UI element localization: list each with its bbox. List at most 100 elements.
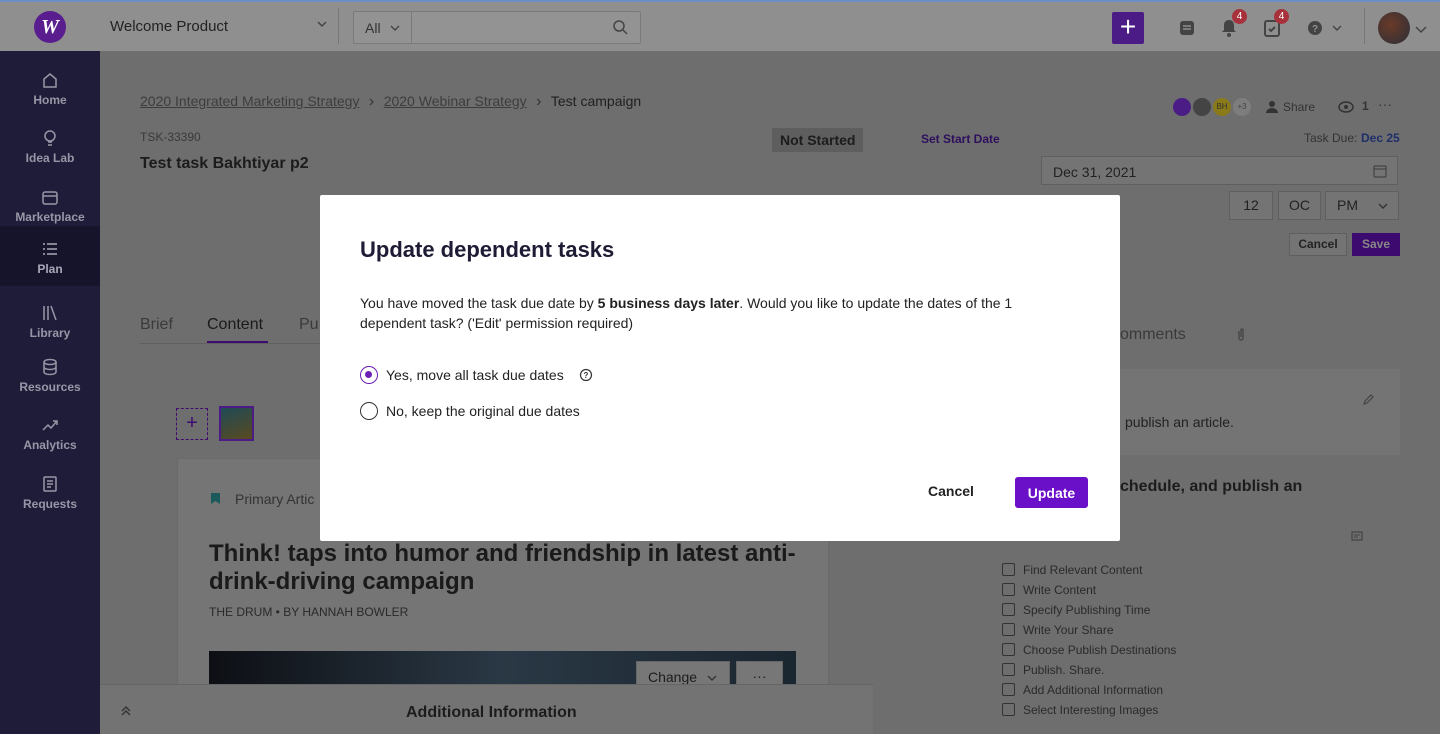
sidebar-item-resources[interactable]: Resources bbox=[0, 346, 100, 404]
breadcrumb-separator: › bbox=[368, 93, 375, 110]
sidebar-item-analytics[interactable]: Analytics bbox=[0, 404, 100, 462]
sidebar-item-library[interactable]: Library bbox=[0, 292, 100, 350]
task-due-value: Dec 25 bbox=[1361, 131, 1400, 145]
divider bbox=[1364, 8, 1365, 44]
collaborator-avatar[interactable]: BH bbox=[1213, 98, 1231, 116]
home-icon bbox=[43, 73, 57, 88]
tab-brief[interactable]: Brief bbox=[140, 316, 173, 334]
checklist-checkbox[interactable] bbox=[1002, 583, 1015, 596]
brief-text: publish an article. bbox=[1125, 414, 1234, 430]
bookmark-icon bbox=[211, 493, 220, 504]
collaborator-avatar[interactable] bbox=[1173, 98, 1191, 116]
app-logo[interactable]: W bbox=[34, 11, 66, 43]
comment-icon[interactable] bbox=[1351, 531, 1363, 543]
document-icon bbox=[43, 476, 57, 492]
chevron-down-icon[interactable] bbox=[1415, 23, 1427, 35]
product-selector-label[interactable]: Welcome Product bbox=[110, 18, 228, 35]
content-thumbnail[interactable] bbox=[219, 406, 254, 441]
add-content-button[interactable]: + bbox=[176, 408, 208, 440]
list-icon bbox=[43, 243, 57, 255]
search-input[interactable] bbox=[414, 14, 604, 41]
sidebar-item-label: Analytics bbox=[23, 438, 77, 452]
help-icon[interactable]: ? bbox=[1307, 20, 1323, 36]
checklist-checkbox[interactable] bbox=[1002, 563, 1015, 576]
checklist-item: Write Content bbox=[1023, 583, 1097, 597]
checklist-item: Publish. Share. bbox=[1023, 663, 1105, 677]
sidebar-item-requests[interactable]: Requests bbox=[0, 463, 100, 521]
hour-input[interactable]: 12 bbox=[1229, 191, 1273, 220]
search-scope-select[interactable]: All bbox=[354, 12, 412, 43]
checklist-checkbox[interactable] bbox=[1002, 703, 1015, 716]
library-icon bbox=[43, 305, 57, 321]
dialog-message-text: You have moved the task due date by bbox=[360, 295, 598, 311]
task-id: TSK-33390 bbox=[140, 130, 201, 144]
paperclip-icon[interactable] bbox=[1236, 327, 1246, 341]
checklist-item: Choose Publish Destinations bbox=[1023, 643, 1177, 657]
checklist-checkbox[interactable] bbox=[1002, 623, 1015, 636]
checklist-checkbox[interactable] bbox=[1002, 663, 1015, 676]
brief-heading: chedule, and publish an bbox=[1120, 478, 1303, 495]
collaborator-avatar[interactable] bbox=[1193, 98, 1211, 116]
lightbulb-icon bbox=[44, 130, 56, 146]
pencil-icon[interactable] bbox=[1362, 394, 1374, 406]
sidebar-item-plan[interactable]: Plan bbox=[0, 226, 100, 286]
update-button[interactable]: Update bbox=[1015, 477, 1088, 508]
sidebar-item-label: Marketplace bbox=[15, 210, 85, 224]
calendar-icon[interactable] bbox=[1373, 164, 1387, 178]
chevrons-up-icon[interactable] bbox=[120, 705, 132, 717]
activity-icon[interactable] bbox=[1178, 19, 1196, 37]
ampm-select[interactable]: PM bbox=[1325, 191, 1399, 220]
more-options-icon[interactable]: ··· bbox=[1378, 96, 1392, 112]
share-button[interactable]: Share bbox=[1283, 100, 1315, 114]
sidebar-item-label: Idea Lab bbox=[25, 151, 75, 165]
minute-input[interactable]: OC bbox=[1278, 191, 1321, 220]
option-yes-label[interactable]: Yes, move all task due dates bbox=[386, 367, 564, 383]
sidebar-item-label: Library bbox=[29, 326, 71, 340]
set-start-date-link[interactable]: Set Start Date bbox=[921, 132, 1000, 146]
svg-text:?: ? bbox=[1312, 24, 1318, 35]
user-avatar[interactable] bbox=[1378, 12, 1410, 44]
checklist-checkbox[interactable] bbox=[1002, 643, 1015, 656]
date-cancel-button[interactable]: Cancel bbox=[1289, 233, 1347, 256]
watchers-count: 1 bbox=[1362, 99, 1369, 113]
tab-comments[interactable]: omments bbox=[1120, 326, 1186, 344]
tab-publish[interactable]: Pu bbox=[299, 316, 319, 334]
checklist-checkbox[interactable] bbox=[1002, 603, 1015, 616]
sidebar: Home Idea Lab Marketplace Plan Library R… bbox=[0, 51, 100, 734]
user-icon bbox=[1266, 101, 1278, 113]
option-yes-radio[interactable] bbox=[360, 366, 378, 384]
sidebar-item-label: Requests bbox=[22, 497, 78, 511]
task-due-label: Task Due: bbox=[1304, 131, 1358, 145]
checklist-item: Find Relevant Content bbox=[1023, 563, 1143, 577]
content-byline: THE DRUM • BY HANNAH BOWLER bbox=[209, 605, 409, 619]
breadcrumb-link[interactable]: 2020 Webinar Strategy bbox=[384, 93, 527, 109]
eye-icon[interactable] bbox=[1338, 100, 1354, 114]
sidebar-item-idea-lab[interactable]: Idea Lab bbox=[0, 117, 100, 175]
cancel-button[interactable]: Cancel bbox=[928, 483, 974, 499]
option-no-radio[interactable] bbox=[360, 402, 378, 420]
divider bbox=[338, 8, 339, 44]
chevron-down-icon[interactable] bbox=[316, 18, 328, 30]
sidebar-item-home[interactable]: Home bbox=[0, 59, 100, 117]
option-no-label[interactable]: No, keep the original due dates bbox=[386, 403, 580, 419]
sidebar-item-label: Resources bbox=[19, 380, 81, 394]
breadcrumb-separator: › bbox=[536, 93, 542, 110]
breadcrumb: 2020 Integrated Marketing Strategy › 202… bbox=[140, 93, 641, 111]
additional-info-bar[interactable]: Additional Information bbox=[100, 684, 873, 734]
search-icon[interactable] bbox=[612, 19, 628, 35]
due-date-input[interactable]: Dec 31, 2021 bbox=[1041, 156, 1398, 185]
search-box[interactable]: All bbox=[353, 11, 641, 44]
checklist-checkbox[interactable] bbox=[1002, 683, 1015, 696]
help-icon[interactable]: ? bbox=[579, 368, 593, 382]
task-title: Test task Bakhtiyar p2 bbox=[140, 155, 309, 172]
tab-content[interactable]: Content bbox=[207, 316, 263, 334]
status-badge[interactable]: Not Started bbox=[772, 128, 864, 152]
more-collaborators[interactable]: +3 bbox=[1233, 98, 1251, 116]
ampm-value: PM bbox=[1337, 197, 1358, 213]
chevron-down-icon bbox=[390, 25, 400, 31]
date-save-button[interactable]: Save bbox=[1352, 233, 1400, 256]
chevron-down-icon[interactable] bbox=[1332, 23, 1342, 33]
checklist-item: Write Your Share bbox=[1023, 623, 1114, 637]
breadcrumb-link[interactable]: 2020 Integrated Marketing Strategy bbox=[140, 93, 359, 109]
create-new-button[interactable]: + bbox=[1112, 12, 1144, 44]
